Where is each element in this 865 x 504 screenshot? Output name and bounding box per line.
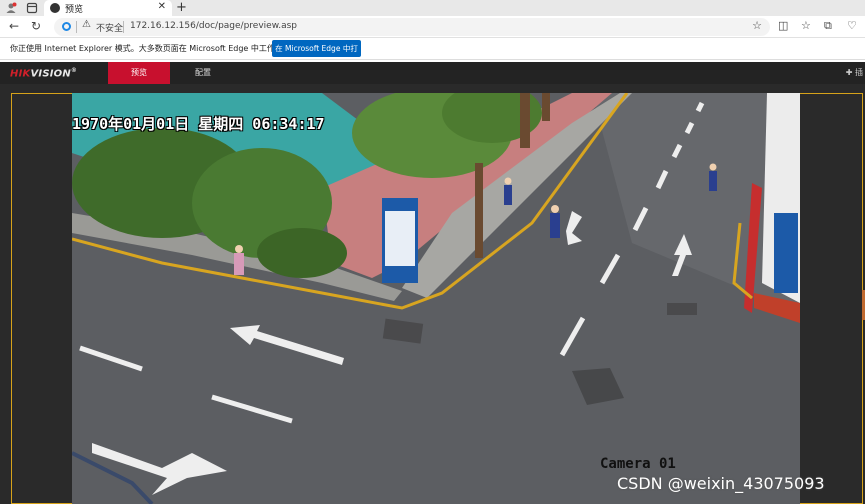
tab-preview[interactable]: 预览 ✕ xyxy=(44,0,172,16)
nav-tab-config[interactable]: 配置 xyxy=(186,62,220,84)
hikvision-logo: HIKVISION® xyxy=(10,67,78,80)
ie-mode-infobar: 你正使用 Internet Explorer 模式。大多数页面在 Microso… xyxy=(0,38,865,70)
url-divider xyxy=(76,21,77,33)
page-favicon-icon xyxy=(50,3,60,13)
warning-icon[interactable]: ⚠ xyxy=(82,19,91,30)
nav-tab-preview[interactable]: 预览 xyxy=(108,62,170,84)
open-in-edge-button[interactable]: 在 Microsoft Edge 中打开 xyxy=(272,40,361,70)
camera-video-feed[interactable] xyxy=(72,93,800,504)
security-label[interactable]: 不安全 xyxy=(96,21,123,34)
close-tab-icon[interactable]: ✕ xyxy=(158,1,166,12)
address-bar[interactable]: ⚠ 不安全 172.16.12.156/doc/page/preview.asp… xyxy=(54,18,770,36)
browser-toolbar: ← ↻ ⚠ 不安全 172.16.12.156/doc/page/preview… xyxy=(0,16,865,38)
browser-tab-strip: 预览 ✕ + xyxy=(0,0,865,16)
workspaces-icon[interactable] xyxy=(26,2,38,14)
tab-title: 预览 xyxy=(65,5,84,15)
url-divider xyxy=(123,21,124,33)
collections-icon[interactable]: ⧉ xyxy=(824,19,832,33)
favorites-icon[interactable]: ☆ xyxy=(801,19,811,32)
browser-essentials-icon[interactable]: ♡ xyxy=(847,19,857,32)
plugin-label: 插 xyxy=(855,68,863,77)
profile-icon[interactable] xyxy=(5,2,17,14)
puzzle-icon: ✚ xyxy=(845,68,855,77)
refresh-icon[interactable]: ↻ xyxy=(31,19,41,33)
new-tab-button[interactable]: + xyxy=(176,0,187,15)
split-screen-icon[interactable]: ◫ xyxy=(778,19,788,32)
app-header: HIKVISION® 预览 配置 ✚ 插 xyxy=(0,62,865,84)
ie-mode-message: 你正使用 Internet Explorer 模式。大多数页面在 Microso… xyxy=(10,44,315,53)
back-arrow-icon[interactable]: ← xyxy=(9,19,19,33)
ie-mode-icon[interactable] xyxy=(62,22,71,31)
plugin-link[interactable]: ✚ 插 xyxy=(846,67,863,78)
osd-datetime: 1970年01月01日 星期四 06:34:17 xyxy=(72,115,325,133)
url-text[interactable]: 172.16.12.156/doc/page/preview.asp xyxy=(130,21,297,31)
csdn-watermark: CSDN @weixin_43075093 xyxy=(617,474,825,493)
osd-camera-name: Camera 01 xyxy=(600,456,676,472)
favorite-star-icon[interactable]: ☆ xyxy=(752,19,762,32)
camera-scene-image xyxy=(72,93,800,504)
